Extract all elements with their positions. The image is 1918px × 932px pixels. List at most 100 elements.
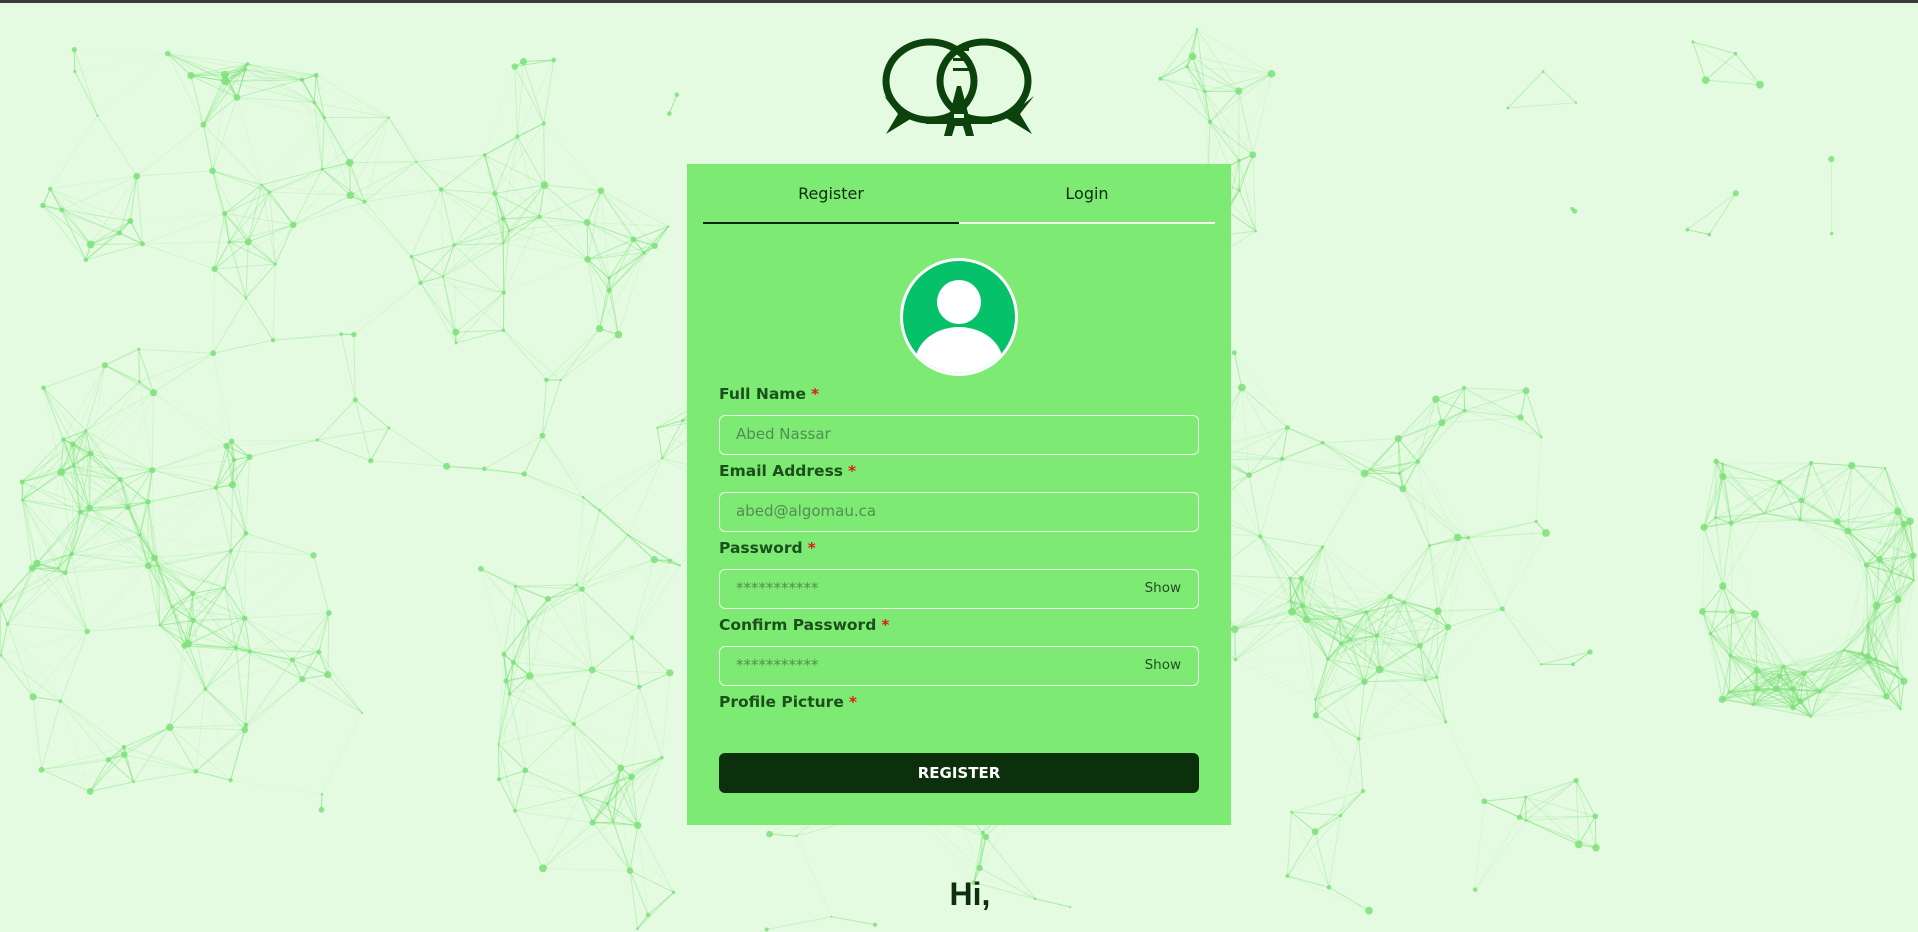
network-node: [200, 121, 207, 128]
email-input[interactable]: abed@algomau.ca: [719, 492, 1199, 532]
network-link: [503, 242, 588, 260]
network-link: [340, 282, 421, 335]
password-show-toggle[interactable]: Show: [1145, 570, 1181, 607]
network-link: [1241, 387, 1288, 429]
network-link: [1692, 41, 1707, 81]
network-node: [313, 72, 319, 78]
network-link: [600, 190, 610, 279]
network-link: [1437, 537, 1469, 612]
network-node: [70, 441, 76, 448]
tab-login[interactable]: Login: [959, 178, 1215, 224]
network-node: [1195, 28, 1199, 31]
network-link: [212, 297, 247, 354]
network-link: [74, 71, 98, 116]
network-node: [1713, 458, 1719, 465]
password-input[interactable]: *********** Show: [719, 569, 1199, 609]
network-link: [544, 184, 601, 192]
network-link: [292, 659, 363, 714]
network-link: [503, 329, 561, 381]
network-link: [1322, 442, 1365, 474]
network-link: [0, 604, 8, 625]
network-node: [61, 437, 66, 442]
network-link: [388, 427, 447, 467]
network-link: [544, 184, 588, 223]
network-node: [1763, 512, 1766, 515]
network-node: [581, 496, 585, 499]
network-node: [1438, 419, 1446, 427]
network-link: [124, 726, 171, 756]
network-node: [86, 787, 94, 795]
network-link: [136, 170, 213, 177]
network-node: [418, 280, 423, 286]
network-node: [137, 347, 141, 351]
network-node: [1777, 673, 1783, 679]
network-link: [151, 392, 155, 471]
network-node: [507, 229, 511, 232]
network-link: [136, 124, 204, 177]
network-node: [642, 250, 646, 255]
network-link: [514, 66, 518, 137]
network-link: [1398, 410, 1465, 474]
network-link: [1445, 627, 1449, 722]
email-placeholder: abed@algomau.ca: [736, 502, 877, 520]
network-link: [1502, 608, 1574, 665]
network-link: [522, 61, 545, 124]
network-node: [73, 69, 77, 74]
network-node: [138, 533, 142, 537]
network-node: [315, 438, 320, 442]
network-node: [41, 385, 46, 391]
network-link: [245, 297, 274, 341]
network-link: [249, 651, 293, 661]
network-node: [1402, 600, 1406, 604]
network-link: [22, 453, 91, 501]
network-node: [56, 567, 60, 570]
network-link: [215, 487, 247, 534]
network-link: [1722, 462, 1812, 465]
confirm-password-input[interactable]: *********** Show: [719, 646, 1199, 686]
full-name-input[interactable]: Abed Nassar: [719, 415, 1199, 455]
network-node: [241, 726, 249, 734]
network-link: [74, 53, 168, 72]
network-link: [455, 292, 505, 333]
network-node: [58, 699, 63, 704]
network-link: [411, 256, 444, 278]
network-node: [1432, 395, 1440, 403]
network-link: [169, 726, 197, 772]
confirm-password-show-toggle[interactable]: Show: [1145, 647, 1181, 684]
network-link: [261, 184, 294, 226]
network-node: [634, 821, 642, 829]
network-node: [246, 453, 253, 460]
network-link: [364, 161, 417, 203]
network-link: [1837, 510, 1898, 523]
network-link: [350, 161, 417, 196]
network-node: [1375, 665, 1384, 674]
network-node: [69, 552, 74, 556]
network-node: [521, 471, 527, 477]
network-link: [89, 453, 92, 509]
network-link: [230, 779, 322, 795]
network-node: [1524, 795, 1527, 799]
tab-register[interactable]: Register: [703, 178, 959, 224]
network-node: [1258, 534, 1263, 539]
avatar-picker[interactable]: [900, 258, 1018, 376]
network-link: [1851, 465, 1886, 469]
network-link: [494, 184, 545, 195]
network-link: [453, 216, 540, 246]
network-node: [1207, 119, 1213, 125]
network-node: [1828, 155, 1835, 163]
confirm-password-placeholder: ***********: [736, 656, 819, 674]
network-node: [1524, 819, 1528, 822]
user-avatar-icon: [903, 261, 1015, 373]
network-node: [139, 241, 145, 247]
network-link: [249, 651, 303, 680]
network-node: [1288, 576, 1292, 580]
network-link: [244, 612, 329, 619]
network-link: [205, 647, 237, 690]
network-node: [1360, 469, 1369, 478]
network-node: [501, 242, 505, 245]
network-node: [1188, 52, 1197, 60]
network-link: [515, 585, 549, 600]
register-card: Register Login Full Name * Abed Nassar Em…: [687, 164, 1231, 825]
full-name-placeholder: Abed Nassar: [736, 425, 831, 443]
register-button[interactable]: REGISTER: [719, 753, 1199, 793]
